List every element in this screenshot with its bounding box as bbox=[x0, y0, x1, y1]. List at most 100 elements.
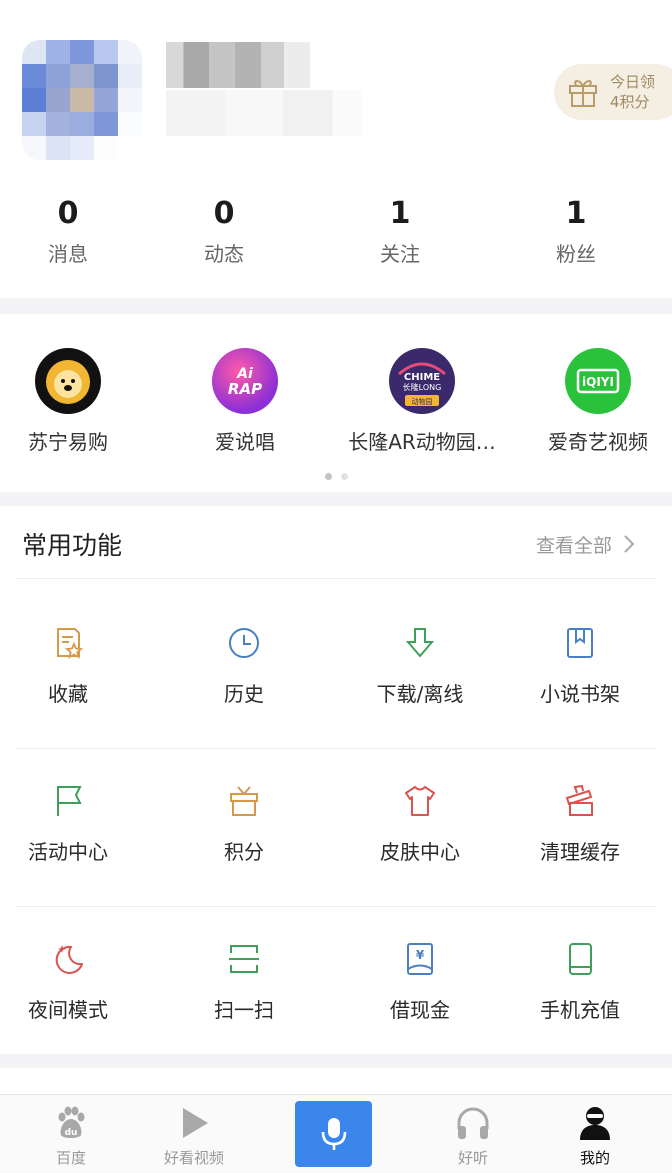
func-skin-center[interactable]: 皮肤中心 bbox=[352, 748, 488, 906]
func-activity-center[interactable]: 活动中心 bbox=[0, 748, 136, 906]
gift-icon bbox=[569, 80, 597, 107]
stat-label: 消息 bbox=[48, 242, 88, 266]
func-label: 手机充值 bbox=[540, 998, 620, 1022]
stat-value: 1 bbox=[389, 196, 411, 231]
phone-recharge-icon bbox=[569, 943, 592, 975]
stat-updates[interactable]: 0 动态 bbox=[136, 196, 312, 267]
stat-value: 1 bbox=[565, 196, 587, 231]
tab-label: 好听 bbox=[457, 1149, 488, 1167]
clean-icon bbox=[565, 784, 593, 816]
cash-icon: ¥ bbox=[407, 943, 433, 975]
clock-icon bbox=[229, 628, 259, 658]
func-clear-cache[interactable]: 清理缓存 bbox=[488, 748, 672, 906]
stat-label: 粉丝 bbox=[556, 242, 596, 266]
page-dot[interactable] bbox=[340, 473, 348, 480]
divider bbox=[16, 906, 656, 907]
func-label: 皮肤中心 bbox=[380, 840, 460, 864]
section-title: 常用功能 bbox=[22, 531, 123, 560]
daily-reward-line1: 今日领 bbox=[610, 73, 656, 91]
headphones-icon bbox=[457, 1107, 489, 1139]
func-label: 清理缓存 bbox=[540, 840, 620, 864]
func-label: 历史 bbox=[224, 682, 264, 706]
functions-grid: 收藏 历史 下载/离线 小说书架 活动中心 积分 皮肤中心 清理缓存 夜间模式 … bbox=[0, 590, 672, 1064]
app-suning[interactable]: 苏宁易购 bbox=[0, 348, 156, 455]
username-blurred bbox=[166, 42, 310, 88]
avatar[interactable] bbox=[22, 40, 142, 160]
func-history[interactable]: 历史 bbox=[136, 590, 352, 748]
favorite-icon bbox=[57, 628, 84, 659]
stat-messages[interactable]: 0 消息 bbox=[0, 196, 136, 267]
logo-text-chime: CHIME bbox=[404, 372, 440, 383]
tab-mine[interactable]: 我的 bbox=[540, 1105, 650, 1168]
stat-following[interactable]: 1 关注 bbox=[312, 196, 488, 267]
gift-icon bbox=[230, 786, 258, 816]
play-icon bbox=[183, 1108, 208, 1138]
divider bbox=[16, 748, 656, 749]
func-download[interactable]: 下载/离线 bbox=[352, 590, 488, 748]
func-scan[interactable]: 扫一扫 bbox=[136, 906, 352, 1064]
page-dot-active[interactable] bbox=[324, 473, 332, 480]
tab-baidu[interactable]: du 百度 bbox=[16, 1105, 126, 1168]
app-chimelong-zoo[interactable]: CHIME 长隆LONG 动物园 长隆AR动物园… bbox=[334, 348, 510, 455]
moon-icon bbox=[55, 945, 83, 974]
func-label: 扫一扫 bbox=[214, 998, 274, 1022]
microphone-icon bbox=[321, 1118, 346, 1150]
stat-label: 关注 bbox=[380, 242, 420, 266]
view-all-button[interactable]: 查看全部 bbox=[536, 531, 636, 558]
voice-search-button[interactable] bbox=[295, 1101, 372, 1167]
app-iqiyi[interactable]: iQIYI 爱奇艺视频 bbox=[510, 348, 672, 455]
tab-label: 我的 bbox=[579, 1149, 610, 1167]
tab-label: 好看视频 bbox=[163, 1149, 224, 1167]
func-bookshelf[interactable]: 小说书架 bbox=[488, 590, 672, 748]
logo-text-iqiyi: iQIYI bbox=[582, 375, 614, 389]
app-name: 长隆AR动物园… bbox=[348, 430, 496, 454]
flag-icon bbox=[57, 786, 82, 816]
user-subtitle-blurred bbox=[166, 90, 362, 136]
suning-lion-icon bbox=[35, 348, 101, 414]
user-icon bbox=[580, 1107, 610, 1140]
stat-value: 0 bbox=[213, 196, 235, 231]
ai-rap-icon: Ai RAP bbox=[212, 348, 278, 414]
bottom-tab-bar: du 百度 好看视频 好听 我的 bbox=[0, 1094, 672, 1173]
svg-text:du: du bbox=[65, 1128, 78, 1138]
bookshelf-icon bbox=[567, 628, 593, 658]
app-name: 苏宁易购 bbox=[28, 430, 108, 454]
tab-haokan-video[interactable]: 好看视频 bbox=[139, 1105, 249, 1168]
iqiyi-icon: iQIYI bbox=[565, 348, 631, 414]
func-label: 夜间模式 bbox=[28, 998, 108, 1022]
chimelong-zoo-icon: CHIME 长隆LONG 动物园 bbox=[389, 348, 455, 414]
func-label: 借现金 bbox=[390, 998, 450, 1022]
app-name: 爱奇艺视频 bbox=[548, 430, 648, 454]
func-favorites[interactable]: 收藏 bbox=[0, 590, 136, 748]
func-label: 小说书架 bbox=[540, 682, 620, 706]
func-label: 下载/离线 bbox=[376, 682, 464, 706]
func-night-mode[interactable]: 夜间模式 bbox=[0, 906, 136, 1064]
tab-haoting[interactable]: 好听 bbox=[418, 1105, 528, 1168]
shirt-icon bbox=[405, 786, 435, 816]
func-label: 活动中心 bbox=[28, 840, 108, 864]
app-name: 爱说唱 bbox=[215, 430, 275, 454]
download-icon bbox=[405, 628, 435, 658]
view-all-label: 查看全部 bbox=[535, 534, 612, 557]
stat-label: 动态 bbox=[204, 242, 244, 266]
mini-apps-carousel[interactable]: 苏宁易购 Ai RAP 爱说唱 CHIME 长隆LONG 动物园 长隆AR动物园… bbox=[0, 314, 672, 492]
profile-header: 今日领 4积分 0 消息 0 动态 1 关注 1 粉丝 bbox=[0, 0, 672, 298]
func-label: 积分 bbox=[224, 840, 264, 864]
svg-text:¥: ¥ bbox=[416, 948, 425, 962]
func-phone-recharge[interactable]: 手机充值 bbox=[488, 906, 672, 1064]
logo-text-zoo: 动物园 bbox=[412, 397, 433, 406]
divider bbox=[16, 578, 656, 579]
carousel-pagination bbox=[0, 473, 672, 480]
chevron-right-icon bbox=[624, 535, 635, 553]
stat-followers[interactable]: 1 粉丝 bbox=[488, 196, 664, 267]
stats-row: 0 消息 0 动态 1 关注 1 粉丝 bbox=[0, 196, 672, 267]
daily-reward-line2: 4积分 bbox=[610, 93, 650, 111]
func-points[interactable]: 积分 bbox=[136, 748, 352, 906]
tab-label: 百度 bbox=[55, 1149, 86, 1167]
app-ai-rap[interactable]: Ai RAP 爱说唱 bbox=[157, 348, 333, 455]
common-functions-section: 常用功能 查看全部 收藏 历史 下载/离线 小说书架 活动中心 积分 皮肤中心 … bbox=[0, 506, 672, 1054]
func-borrow-cash[interactable]: ¥ 借现金 bbox=[352, 906, 488, 1064]
stat-value: 0 bbox=[57, 196, 79, 231]
daily-reward-button[interactable]: 今日领 4积分 bbox=[554, 64, 672, 120]
scan-icon bbox=[229, 945, 259, 973]
